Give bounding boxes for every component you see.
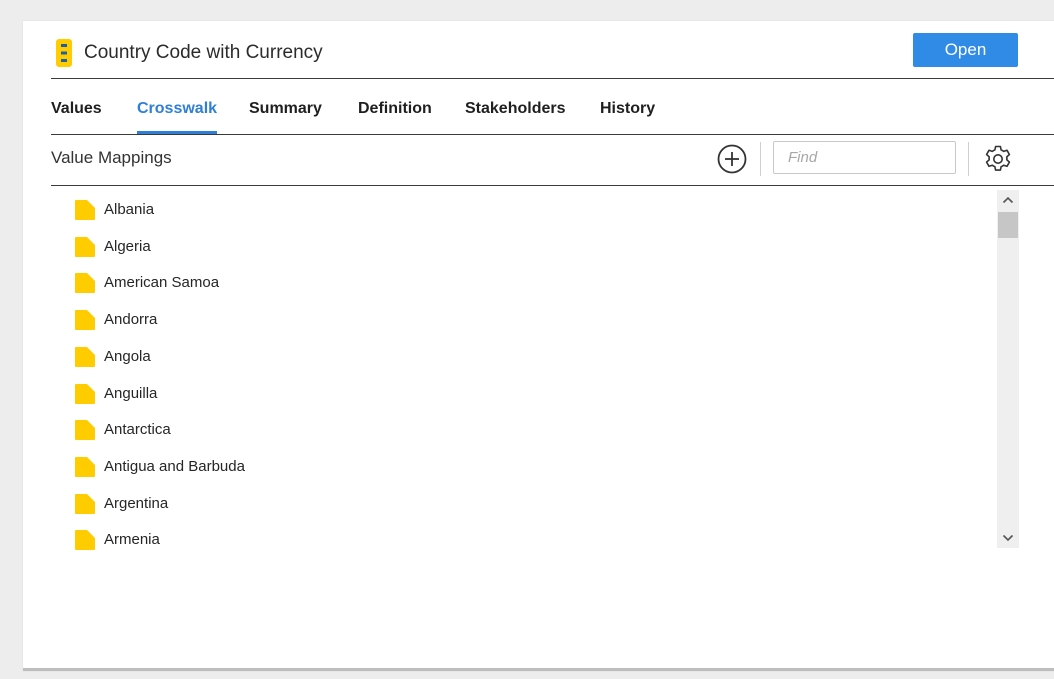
value-mappings-toolbar: Value Mappings [51,135,1054,185]
list-item-label: Albania [104,201,155,218]
list-item[interactable]: Argentina [73,492,773,520]
folder-icon [75,456,95,477]
tab-bar: Values Crosswalk Summary Definition Stak… [51,78,1054,134]
list-item[interactable]: Antarctica [73,418,773,446]
folder-icon [75,383,95,404]
panel-header: Country Code with Currency Open [23,21,1054,79]
list-item[interactable]: Algeria [73,235,773,263]
folder-icon [75,346,95,367]
toolbar-separator [968,142,969,176]
plus-circle-icon[interactable] [716,143,748,175]
list-item-label: Antarctica [104,421,171,439]
tab-summary[interactable]: Summary [249,98,322,134]
crosswalk-panel: Country Code with Currency Open Values C… [23,21,1054,671]
asset-title: Country Code with Currency [84,42,323,63]
list-item[interactable]: Armenia [73,528,773,551]
list-item[interactable]: Albania [73,198,773,226]
tab-crosswalk[interactable]: Crosswalk [137,98,218,134]
scroll-up-button[interactable] [997,190,1019,210]
chevron-up-icon [1002,196,1014,204]
list-item[interactable]: Angola [73,345,773,373]
list-item-label: Algeria [104,237,151,255]
gear-icon[interactable] [982,143,1014,175]
folder-icon [75,236,95,257]
list-item-label: Angola [104,347,151,365]
folder-icon [75,493,95,514]
list-item[interactable]: Antigua and Barbuda [73,455,773,483]
list-item[interactable]: Anguilla [73,382,773,410]
tab-definition[interactable]: Definition [358,98,432,134]
tab-stakeholders[interactable]: Stakeholders [465,98,565,134]
scroll-down-button[interactable] [997,528,1019,548]
value-mappings-list: Albania Algeria American Samoa Andorra A… [51,186,1026,551]
folder-icon [75,273,95,294]
list-item-label: Andorra [104,311,158,329]
toolbar-separator [760,142,761,176]
list-item[interactable]: American Samoa [73,271,773,299]
folder-icon [75,420,95,441]
folder-icon [75,530,95,551]
chevron-down-icon [1002,534,1014,542]
folder-icon [75,200,95,220]
list-item[interactable]: Andorra [73,308,773,336]
list-scrollbar[interactable] [997,190,1019,548]
tab-history[interactable]: History [600,98,655,134]
list-item-label: Armenia [104,531,160,549]
folder-icon [75,310,95,331]
code-value-asset-icon [56,39,72,67]
list-item-label: Argentina [104,494,169,512]
find-input[interactable] [773,141,956,174]
list-item-label: Anguilla [104,384,158,402]
scroll-thumb[interactable] [998,212,1018,238]
tab-values[interactable]: Values [51,98,102,134]
section-title: Value Mappings [51,148,172,167]
list-item-label: Antigua and Barbuda [104,457,245,475]
list-item-label: American Samoa [104,274,220,292]
open-button[interactable]: Open [913,33,1018,67]
